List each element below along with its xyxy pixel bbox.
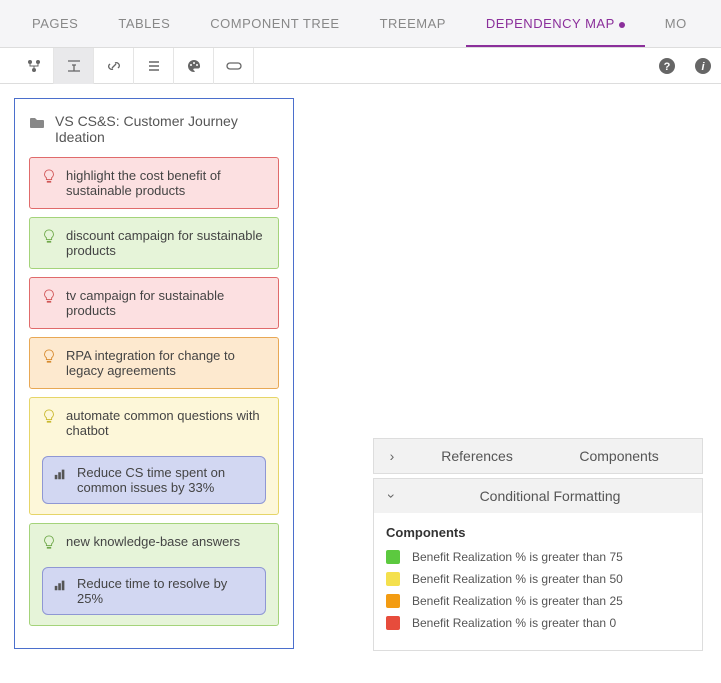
pill-icon — [225, 58, 243, 74]
chevron-right-icon: › — [384, 448, 400, 464]
list-icon — [146, 58, 162, 74]
legend-title: Components — [386, 525, 690, 540]
metric-text: Reduce CS time spent on common issues by… — [77, 465, 255, 495]
swatch — [386, 594, 400, 608]
lightbulb-icon — [42, 229, 56, 243]
tab-treemap[interactable]: TREEMAP — [360, 2, 466, 47]
idea-card[interactable]: highlight the cost benefit of sustainabl… — [29, 157, 279, 209]
idea-text: automate common questions with chatbot — [66, 408, 266, 438]
lightbulb-icon — [42, 169, 56, 183]
idea-text: discount campaign for sustainable produc… — [66, 228, 266, 258]
palette-icon — [186, 58, 202, 74]
info-button[interactable]: i — [685, 48, 721, 84]
tree-layout-button[interactable] — [14, 48, 54, 84]
tab-dependency-map[interactable]: DEPENDENCY MAP — [466, 2, 645, 47]
accordion-references: › References Components — [373, 438, 703, 474]
legend-row: Benefit Realization % is greater than 0 — [386, 616, 690, 630]
toolbar: ? i — [0, 48, 721, 84]
legend-text: Benefit Realization % is greater than 50 — [412, 572, 623, 586]
side-panel: › References Components › Conditional Fo… — [373, 438, 703, 655]
folder-icon — [29, 115, 45, 131]
idea-card[interactable]: tv campaign for sustainable products — [29, 277, 279, 329]
pill-button[interactable] — [214, 48, 254, 84]
tab-pages[interactable]: PAGES — [12, 2, 98, 47]
svg-text:?: ? — [664, 61, 671, 73]
accordion-label: References — [441, 448, 513, 464]
accordion-label: Components — [579, 448, 658, 464]
idea-text: new knowledge-base answers — [66, 534, 240, 549]
metric-card[interactable]: Reduce time to resolve by 25% — [42, 567, 266, 615]
idea-card[interactable]: automate common questions with chatbot R… — [29, 397, 279, 515]
tab-component-tree[interactable]: COMPONENT TREE — [190, 2, 359, 47]
chart-icon — [53, 578, 67, 592]
metric-card[interactable]: Reduce CS time spent on common issues by… — [42, 456, 266, 504]
accordion-header[interactable]: › References Components — [374, 439, 702, 473]
link-icon — [106, 58, 122, 74]
swatch — [386, 550, 400, 564]
card-panel[interactable]: VS CS&S: Customer Journey Ideation highl… — [14, 98, 294, 649]
lightbulb-icon — [42, 289, 56, 303]
legend-text: Benefit Realization % is greater than 0 — [412, 616, 616, 630]
list-button[interactable] — [134, 48, 174, 84]
idea-text: highlight the cost benefit of sustainabl… — [66, 168, 266, 198]
tree-icon — [26, 58, 42, 74]
idea-card[interactable]: discount campaign for sustainable produc… — [29, 217, 279, 269]
idea-text: RPA integration for change to legacy agr… — [66, 348, 266, 378]
link-button[interactable] — [94, 48, 134, 84]
lightbulb-icon — [42, 349, 56, 363]
help-icon: ? — [658, 57, 676, 75]
legend-text: Benefit Realization % is greater than 25 — [412, 594, 623, 608]
panel-header: VS CS&S: Customer Journey Ideation — [29, 113, 279, 145]
help-button[interactable]: ? — [649, 48, 685, 84]
idea-card[interactable]: new knowledge-base answers Reduce time t… — [29, 523, 279, 626]
accordion-label: Conditional Formatting — [480, 488, 621, 504]
lightbulb-icon — [42, 535, 56, 549]
tab-tables[interactable]: TABLES — [98, 2, 190, 47]
chevron-down-icon: › — [384, 488, 400, 504]
idea-text: tv campaign for sustainable products — [66, 288, 266, 318]
lightbulb-icon — [42, 409, 56, 423]
accordion-header[interactable]: › Conditional Formatting — [374, 479, 702, 513]
idea-card[interactable]: RPA integration for change to legacy agr… — [29, 337, 279, 389]
align-button[interactable] — [54, 48, 94, 84]
palette-button[interactable] — [174, 48, 214, 84]
info-icon: i — [694, 57, 712, 75]
metric-text: Reduce time to resolve by 25% — [77, 576, 255, 606]
legend-row: Benefit Realization % is greater than 75 — [386, 550, 690, 564]
swatch — [386, 616, 400, 630]
swatch — [386, 572, 400, 586]
legend-text: Benefit Realization % is greater than 75 — [412, 550, 623, 564]
accordion-conditional-formatting: › Conditional Formatting Components Bene… — [373, 478, 703, 651]
main-tabs: PAGES TABLES COMPONENT TREE TREEMAP DEPE… — [0, 0, 721, 48]
align-icon — [66, 58, 82, 74]
workspace: VS CS&S: Customer Journey Ideation highl… — [0, 84, 721, 669]
status-dot — [619, 22, 625, 28]
panel-title: VS CS&S: Customer Journey Ideation — [55, 113, 279, 145]
tab-more[interactable]: MO — [645, 2, 707, 47]
chart-icon — [53, 467, 67, 481]
legend-row: Benefit Realization % is greater than 25 — [386, 594, 690, 608]
accordion-body: Components Benefit Realization % is grea… — [374, 513, 702, 650]
legend-row: Benefit Realization % is greater than 50 — [386, 572, 690, 586]
